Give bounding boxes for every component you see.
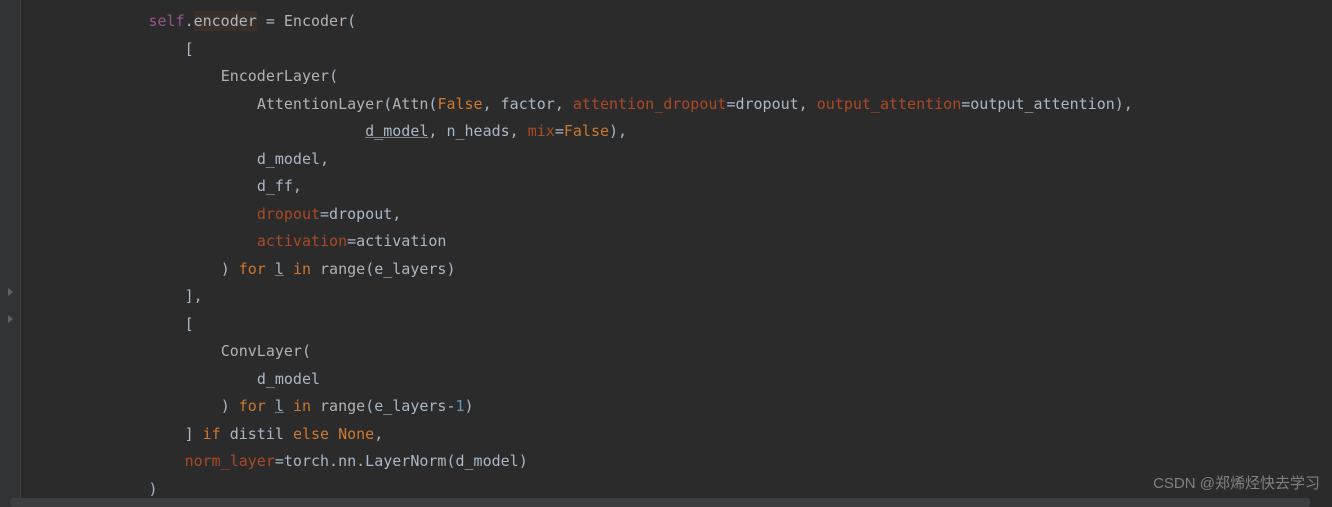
- code-token: .: [185, 12, 194, 30]
- code-token: dropout: [257, 205, 320, 223]
- code-token: l: [275, 260, 284, 278]
- code-token: (e_layers-: [365, 397, 455, 415]
- code-token: , n_heads,: [428, 122, 527, 140]
- code-token: (: [347, 12, 356, 30]
- code-line[interactable]: ) for l in range(e_layers): [22, 256, 1133, 284]
- code-token: d_model: [365, 122, 428, 140]
- code-line[interactable]: ) for l in range(e_layers-1): [22, 393, 1133, 421]
- code-line[interactable]: norm_layer=torch.nn.LayerNorm(d_model): [22, 448, 1133, 476]
- code-token: AttentionLayer: [257, 95, 383, 113]
- code-token: [: [185, 315, 194, 333]
- code-token: range: [320, 397, 365, 415]
- fold-notch-icon[interactable]: [8, 315, 13, 323]
- code-token: mix: [528, 122, 555, 140]
- code-token: d_model,: [257, 150, 329, 168]
- code-token: =: [555, 122, 564, 140]
- code-token: (: [383, 95, 392, 113]
- code-token: Encoder: [284, 12, 347, 30]
- code-token: d_model: [257, 370, 320, 388]
- code-token: ): [221, 260, 239, 278]
- editor-gutter: [0, 0, 21, 507]
- code-token: l: [275, 397, 284, 415]
- code-token: output_attention: [817, 95, 962, 113]
- code-line[interactable]: [: [22, 36, 1133, 64]
- code-token: else: [293, 425, 338, 443]
- code-token: self: [148, 12, 184, 30]
- code-token: =output_attention),: [961, 95, 1133, 113]
- code-token: 1: [456, 397, 465, 415]
- code-line[interactable]: ],: [22, 283, 1133, 311]
- code-token: ],: [185, 287, 203, 305]
- code-token: norm_layer: [185, 452, 275, 470]
- code-line[interactable]: AttentionLayer(Attn(False, factor, atten…: [22, 91, 1133, 119]
- code-token: False: [437, 95, 482, 113]
- code-token: None: [338, 425, 374, 443]
- code-token: [284, 397, 293, 415]
- code-token: attention_dropout: [573, 95, 727, 113]
- code-line[interactable]: self.encoder = Encoder(: [22, 8, 1133, 36]
- code-line[interactable]: d_model, n_heads, mix=False),: [22, 118, 1133, 146]
- code-token: ]: [185, 425, 203, 443]
- code-line[interactable]: EncoderLayer(: [22, 63, 1133, 91]
- code-token: ,: [374, 425, 383, 443]
- code-token: ),: [609, 122, 627, 140]
- code-token: if: [203, 425, 230, 443]
- code-token: =: [257, 12, 284, 30]
- watermark-text: CSDN @郑烯烃快去学习: [1153, 470, 1320, 498]
- code-token: False: [564, 122, 609, 140]
- code-token: =torch.nn.LayerNorm(d_model): [275, 452, 528, 470]
- code-token: Attn: [392, 95, 428, 113]
- code-token: distil: [230, 425, 293, 443]
- code-line[interactable]: d_model: [22, 366, 1133, 394]
- code-token: =dropout,: [320, 205, 401, 223]
- code-token: , factor,: [483, 95, 573, 113]
- code-token: (e_layers): [365, 260, 455, 278]
- code-token: ConvLayer: [221, 342, 302, 360]
- code-token: encoder: [194, 11, 257, 31]
- code-line[interactable]: [: [22, 311, 1133, 339]
- code-token: ): [221, 397, 239, 415]
- code-editor[interactable]: self.encoder = Encoder( [ EncoderLayer( …: [22, 8, 1133, 503]
- code-line[interactable]: dropout=dropout,: [22, 201, 1133, 229]
- code-line[interactable]: d_ff,: [22, 173, 1133, 201]
- code-token: for: [239, 397, 275, 415]
- code-token: for: [239, 260, 275, 278]
- code-line[interactable]: ] if distil else None,: [22, 421, 1133, 449]
- code-token: in: [293, 260, 320, 278]
- code-token: [284, 260, 293, 278]
- code-token: activation: [257, 232, 347, 250]
- code-token: in: [293, 397, 320, 415]
- fold-notch-icon[interactable]: [8, 288, 13, 296]
- code-token: (: [329, 67, 338, 85]
- code-token: =dropout,: [726, 95, 816, 113]
- code-token: d_ff,: [257, 177, 302, 195]
- code-token: (: [302, 342, 311, 360]
- code-token: range: [320, 260, 365, 278]
- horizontal-scrollbar[interactable]: [10, 498, 1310, 507]
- code-token: EncoderLayer: [221, 67, 329, 85]
- code-token: ): [465, 397, 474, 415]
- code-token: ): [148, 480, 157, 498]
- code-token: =activation: [347, 232, 446, 250]
- code-line[interactable]: d_model,: [22, 146, 1133, 174]
- code-token: [: [185, 40, 194, 58]
- code-line[interactable]: activation=activation: [22, 228, 1133, 256]
- code-line[interactable]: ConvLayer(: [22, 338, 1133, 366]
